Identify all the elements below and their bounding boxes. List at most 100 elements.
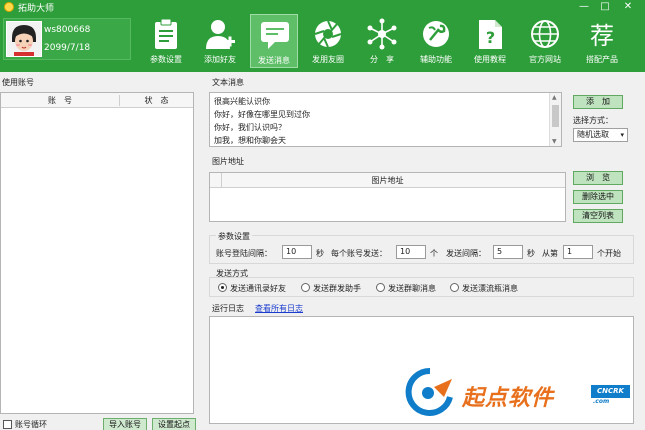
add-user-icon xyxy=(206,20,235,49)
message-line[interactable]: 你好，好像在哪里见到过你 xyxy=(214,109,310,120)
send-interval-input[interactable]: 5 xyxy=(493,245,523,259)
nav-products-label: 搭配产品 xyxy=(586,55,618,64)
login-interval-input[interactable]: 10 xyxy=(282,245,312,259)
select-mode-value: 随机选取 xyxy=(577,130,609,139)
camera-shutter-icon xyxy=(314,20,342,48)
tool-icon xyxy=(423,21,449,47)
nav-assist-label: 辅助功能 xyxy=(420,55,452,64)
text-message-label: 文本消息 xyxy=(212,78,244,87)
clipboard-icon xyxy=(155,18,177,49)
select-mode-dropdown[interactable]: 随机选取 ▾ xyxy=(573,128,628,142)
watermark-tag: CNCRK xyxy=(591,385,630,398)
minimize-button[interactable]: — xyxy=(575,0,593,13)
params-group-label: 参数设置 xyxy=(216,231,252,242)
radio-group-chat-label[interactable]: 发送群聊消息 xyxy=(388,283,436,294)
radio-contacts-label[interactable]: 发送通讯录好友 xyxy=(230,283,286,294)
image-address-label: 图片地址 xyxy=(212,157,244,166)
svg-text:?: ? xyxy=(486,28,495,47)
accounts-table-header: 账 号 状 态 xyxy=(1,93,193,108)
scroll-down-icon[interactable]: ▼ xyxy=(552,138,557,145)
start-label: 个开始 xyxy=(597,249,621,258)
col-image-address[interactable]: 图片地址 xyxy=(222,175,553,186)
per-account-label: 每个账号发送： xyxy=(331,249,387,258)
nav-params[interactable]: 参数设置 xyxy=(142,14,190,68)
nav-share[interactable]: 分 享 xyxy=(358,14,406,68)
per-account-input[interactable]: 10 xyxy=(396,245,426,259)
nav-website[interactable]: 官方网站 xyxy=(521,14,569,68)
login-interval-label: 账号登陆间隔： xyxy=(216,249,272,258)
maximize-button[interactable]: □ xyxy=(596,0,614,13)
avatar[interactable] xyxy=(6,21,42,57)
chevron-down-icon: ▾ xyxy=(620,131,624,139)
set-start-button[interactable]: 设置起点 xyxy=(152,418,196,430)
log-label: 运行日志 xyxy=(212,304,244,313)
scroll-thumb[interactable] xyxy=(552,105,559,127)
unit-count: 个 xyxy=(430,249,438,258)
nav-assist[interactable]: 辅助功能 xyxy=(412,14,460,68)
chat-icon xyxy=(261,22,289,49)
nav-moments[interactable]: 发朋友圈 xyxy=(304,14,352,68)
radio-mass-assistant[interactable] xyxy=(301,283,310,292)
nav-send-message-label: 发送消息 xyxy=(258,56,290,65)
add-message-button[interactable]: 添 加 xyxy=(573,95,623,109)
start-index-input[interactable]: 1 xyxy=(563,245,593,259)
watermark-url: .com xyxy=(593,398,610,405)
share-network-icon xyxy=(367,18,397,50)
unit-seconds: 秒 xyxy=(316,249,324,258)
nav-products[interactable]: 荐 搭配产品 xyxy=(578,14,626,68)
view-all-logs-link[interactable]: 查看所有日志 xyxy=(255,303,303,314)
browse-button[interactable]: 浏 览 xyxy=(573,171,623,185)
radio-drift-bottle-label[interactable]: 发送漂流瓶消息 xyxy=(462,283,518,294)
user-date: 2099/7/18 xyxy=(44,43,91,53)
nav-add-friend[interactable]: 添加好友 xyxy=(196,14,244,68)
help-doc-icon: ? xyxy=(479,20,502,49)
nav-moments-label: 发朋友圈 xyxy=(312,55,344,64)
title-bar: 拓助大师 — □ ✕ xyxy=(0,0,645,14)
nav-tutorial-label: 使用教程 xyxy=(474,55,506,64)
radio-contacts[interactable] xyxy=(218,283,227,292)
col-account[interactable]: 账 号 xyxy=(1,95,119,106)
account-loop-checkbox[interactable] xyxy=(3,420,12,429)
message-line[interactable]: 你好，我们认识吗？ xyxy=(214,122,286,133)
app-logo-icon xyxy=(4,2,14,12)
radio-group-chat[interactable] xyxy=(376,283,385,292)
select-mode-label: 选择方式： xyxy=(573,116,613,125)
nav-send-message[interactable]: 发送消息 xyxy=(250,14,298,68)
delete-selected-button[interactable]: 删除选中 xyxy=(573,190,623,204)
radio-mass-assistant-label[interactable]: 发送群发助手 xyxy=(313,283,361,294)
globe-icon xyxy=(531,20,559,48)
text-message-list[interactable]: 很高兴能认识你 你好，好像在哪里见到过你 你好，我们认识吗？ 加我，想和你聊会天… xyxy=(209,92,562,147)
recommend-glyph: 荐 xyxy=(590,22,614,50)
recommend-icon: 荐 xyxy=(590,22,614,50)
nav-params-label: 参数设置 xyxy=(150,55,182,64)
radio-drift-bottle[interactable] xyxy=(450,283,459,292)
message-line[interactable]: 加我，想和你聊会天 xyxy=(214,135,286,146)
nav-tutorial[interactable]: ? 使用教程 xyxy=(466,14,514,68)
watermark-text: 起点软件 xyxy=(462,386,555,411)
account-loop-label: 账号循环 xyxy=(15,420,47,429)
avatar-icon xyxy=(7,22,41,56)
message-line[interactable]: 很高兴能认识你 xyxy=(214,96,270,107)
user-profile: ws800668 2099/7/18 xyxy=(3,18,131,60)
import-accounts-button[interactable]: 导入账号 xyxy=(103,418,147,430)
nav-website-label: 官方网站 xyxy=(529,55,561,64)
watermark-logo-icon xyxy=(405,367,453,416)
from-label: 从第 xyxy=(542,249,558,258)
nav-share-label: 分 享 xyxy=(370,55,394,64)
image-table-index-col xyxy=(210,173,222,187)
message-scrollbar[interactable]: ▲ ▼ xyxy=(549,93,561,146)
close-button[interactable]: ✕ xyxy=(619,0,637,13)
nav-add-friend-label: 添加好友 xyxy=(204,55,236,64)
top-banner: 拓助大师 — □ ✕ ws800668 2099/7/18 参数设置 添加好友 … xyxy=(0,0,645,72)
image-address-table[interactable]: 图片地址 xyxy=(209,172,566,222)
clear-list-button[interactable]: 清空列表 xyxy=(573,209,623,223)
accounts-title: 使用账号 xyxy=(2,78,34,87)
app-title: 拓助大师 xyxy=(18,4,55,14)
accounts-table[interactable]: 账 号 状 态 xyxy=(0,92,194,414)
unit-seconds: 秒 xyxy=(527,249,535,258)
col-status[interactable]: 状 态 xyxy=(119,95,193,106)
user-name: ws800668 xyxy=(44,25,91,35)
send-interval-label: 发送间隔： xyxy=(446,249,486,258)
image-table-header: 图片地址 xyxy=(210,173,565,188)
scroll-up-icon[interactable]: ▲ xyxy=(552,94,557,101)
